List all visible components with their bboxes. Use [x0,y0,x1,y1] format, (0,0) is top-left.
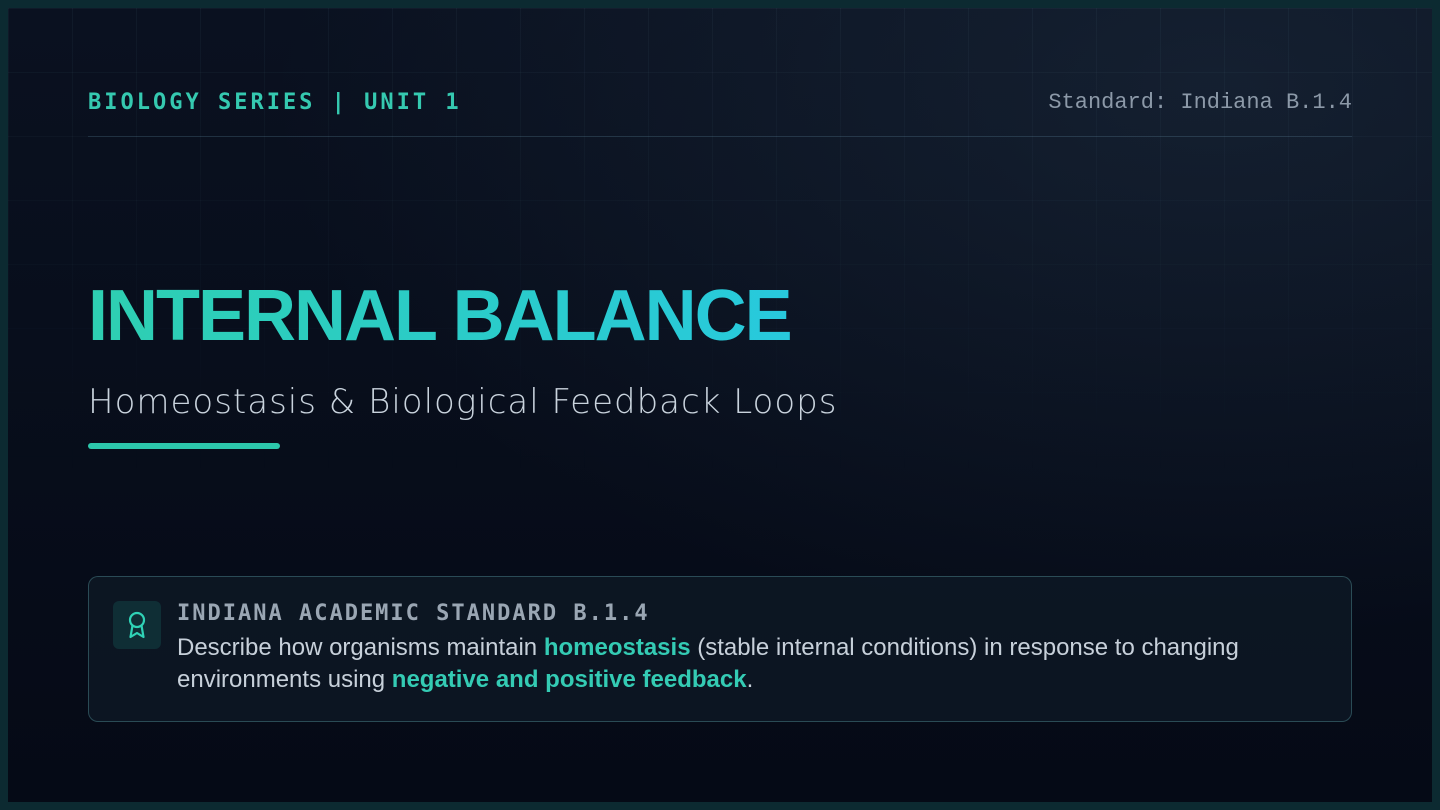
body-text-3: . [746,666,754,693]
standard-card-body: Describe how organisms maintain homeosta… [177,632,1327,696]
page-title: INTERNAL BALANCE [88,273,793,359]
highlight-feedback: negative and positive feedback [391,666,747,693]
body-text-1: Describe how organisms maintain [177,634,544,661]
page-subtitle: Homeostasis & Biological Feedback Loops [88,382,838,422]
standard-card-heading: INDIANA ACADEMIC STANDARD B.1.4 [177,601,650,626]
title-accent-bar [88,443,280,449]
standard-card: INDIANA ACADEMIC STANDARD B.1.4 Describe… [88,576,1352,722]
standard-label: Standard: Indiana B.1.4 [1048,90,1352,115]
slide-frame: BIOLOGY SERIES | UNIT 1 Standard: Indian… [0,0,1440,810]
award-icon [113,601,161,649]
highlight-homeostasis: homeostasis [543,634,691,661]
series-label: BIOLOGY SERIES | UNIT 1 [88,90,462,115]
slide-header: BIOLOGY SERIES | UNIT 1 Standard: Indian… [88,88,1352,137]
